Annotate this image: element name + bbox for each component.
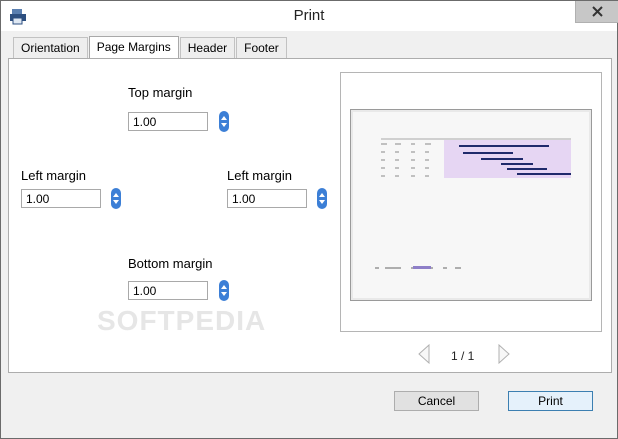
bottom-margin-field[interactable] [128, 281, 208, 300]
top-margin-label: Top margin [128, 85, 193, 100]
tab-header[interactable]: Header [179, 37, 236, 58]
right-margin-label: Left margin [227, 168, 293, 183]
print-button[interactable]: Print [508, 391, 593, 411]
softpedia-watermark: SOFTPEDIA [97, 305, 267, 336]
preview-page-thumbnail [350, 109, 592, 301]
page-indicator: 1 / 1 [451, 349, 475, 363]
print-preview [340, 72, 602, 332]
gantt-preview-graphic [375, 138, 571, 269]
tab-page-margins[interactable]: Page Margins [88, 36, 179, 59]
page-margins-panel: Top margin Left margin Left margin Botto… [8, 58, 612, 373]
close-button[interactable] [575, 1, 618, 23]
tab-orientation[interactable]: Orientation [13, 37, 88, 58]
right-margin-field[interactable] [227, 189, 307, 208]
close-icon [591, 6, 603, 17]
bottom-margin-label: Bottom margin [128, 256, 213, 271]
top-margin-field[interactable] [128, 112, 208, 131]
chevron-right-icon[interactable] [497, 344, 511, 364]
bottom-margin-spinner[interactable] [219, 280, 229, 301]
cancel-button[interactable]: Cancel [394, 391, 479, 411]
tab-footer[interactable]: Footer [236, 37, 287, 58]
tab-strip: Orientation Page Margins Header Footer [13, 36, 288, 59]
window-title: Print [293, 7, 325, 24]
chevron-left-icon[interactable] [417, 344, 431, 364]
title-bar: Print [1, 1, 618, 31]
top-margin-spinner[interactable] [219, 111, 229, 132]
left-margin-field[interactable] [21, 189, 101, 208]
left-margin-spinner[interactable] [111, 188, 121, 209]
right-margin-spinner[interactable] [317, 188, 327, 209]
print-dialog: Print Orientation Page Margins Header Fo… [0, 0, 618, 439]
left-margin-label: Left margin [21, 168, 87, 183]
